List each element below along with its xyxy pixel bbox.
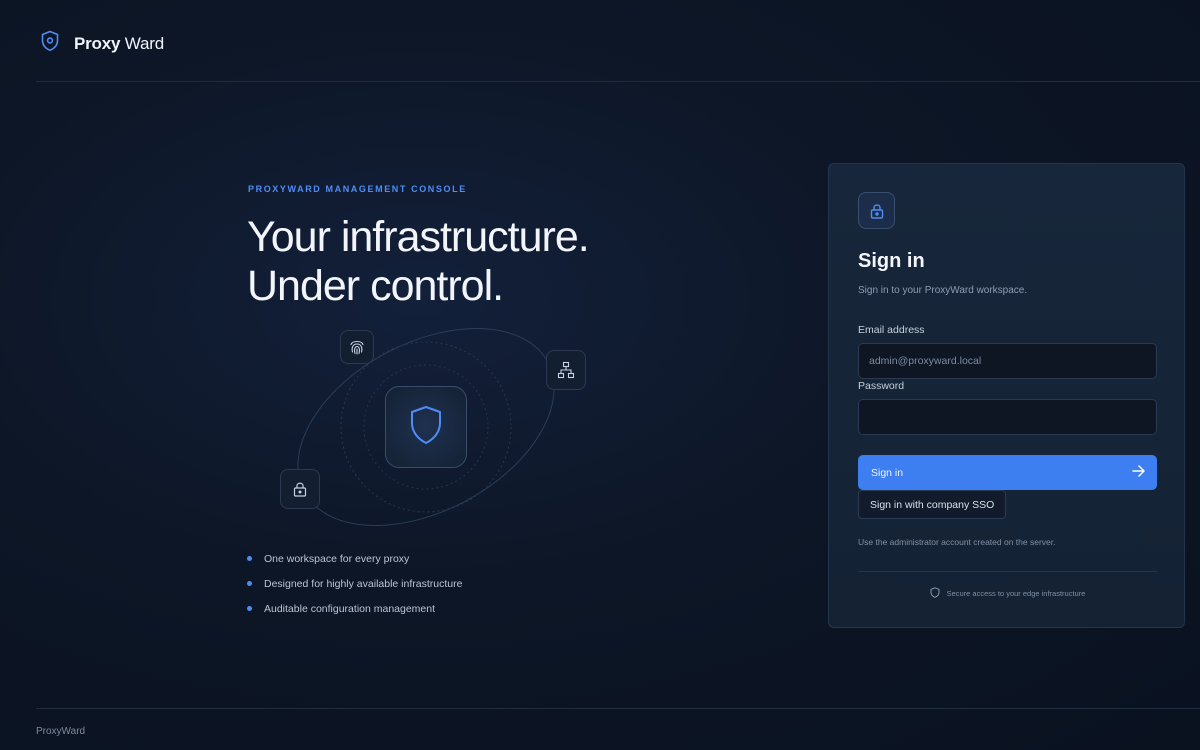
shield-icon — [40, 30, 60, 57]
top-header: Proxy Ward — [0, 0, 1200, 82]
list-item: Designed for highly available infrastruc… — [247, 571, 462, 596]
headline-line-2: Under control. — [247, 262, 504, 310]
hero-headline: Your infrastructure. Under control. — [247, 213, 590, 311]
signin-title: Sign in — [858, 250, 925, 272]
feature-text: One workspace for every proxy — [264, 552, 410, 565]
footer-divider — [36, 708, 1200, 709]
secure-note-text: Secure access to your edge infrastructur… — [946, 589, 1086, 598]
password-label: Password — [858, 380, 905, 392]
sso-button[interactable]: Sign in with company SSO — [858, 490, 1007, 519]
bullet-icon — [247, 581, 252, 586]
feature-text: Auditable configuration management — [264, 602, 436, 615]
email-label: Email address — [858, 324, 925, 336]
shield-icon — [409, 405, 443, 450]
password-field[interactable] — [858, 399, 1157, 435]
brand-logo[interactable]: Proxy Ward — [40, 30, 164, 57]
feature-list: One workspace for every proxy Designed f… — [247, 546, 462, 621]
security-illustration — [270, 320, 600, 535]
lock-icon — [858, 192, 895, 229]
email-field[interactable] — [858, 343, 1157, 379]
list-item: Auditable configuration management — [247, 596, 462, 621]
feature-text: Designed for highly available infrastruc… — [264, 577, 463, 590]
fingerprint-node — [340, 330, 374, 364]
signin-button-label: Sign in — [871, 466, 904, 479]
signin-subtitle: Sign in to your ProxyWard workspace. — [858, 285, 1028, 296]
arrow-right-icon — [1132, 465, 1145, 480]
network-icon — [557, 361, 575, 379]
secure-note: Secure access to your edge infrastructur… — [829, 587, 1186, 600]
bullet-icon — [247, 556, 252, 561]
bullet-icon — [247, 606, 252, 611]
list-item: One workspace for every proxy — [247, 546, 462, 571]
lock-icon — [291, 480, 309, 498]
shield-core — [385, 386, 467, 468]
headline-line-1: Your infrastructure. — [247, 213, 590, 261]
header-divider — [36, 81, 1200, 82]
fingerprint-icon — [348, 338, 366, 356]
lock-node — [280, 469, 320, 509]
hero-eyebrow: PROXYWARD MANAGEMENT CONSOLE — [248, 184, 467, 194]
shield-icon — [930, 587, 947, 600]
signin-card: Sign in Sign in to your ProxyWard worksp… — [828, 163, 1185, 628]
card-divider — [858, 571, 1157, 572]
brand-name: Proxy Ward — [74, 33, 164, 53]
signin-button[interactable]: Sign in — [858, 455, 1157, 490]
network-node — [546, 350, 586, 390]
footer-brand: ProxyWard — [36, 726, 86, 737]
signin-hint: Use the administrator account created on… — [858, 537, 1056, 547]
